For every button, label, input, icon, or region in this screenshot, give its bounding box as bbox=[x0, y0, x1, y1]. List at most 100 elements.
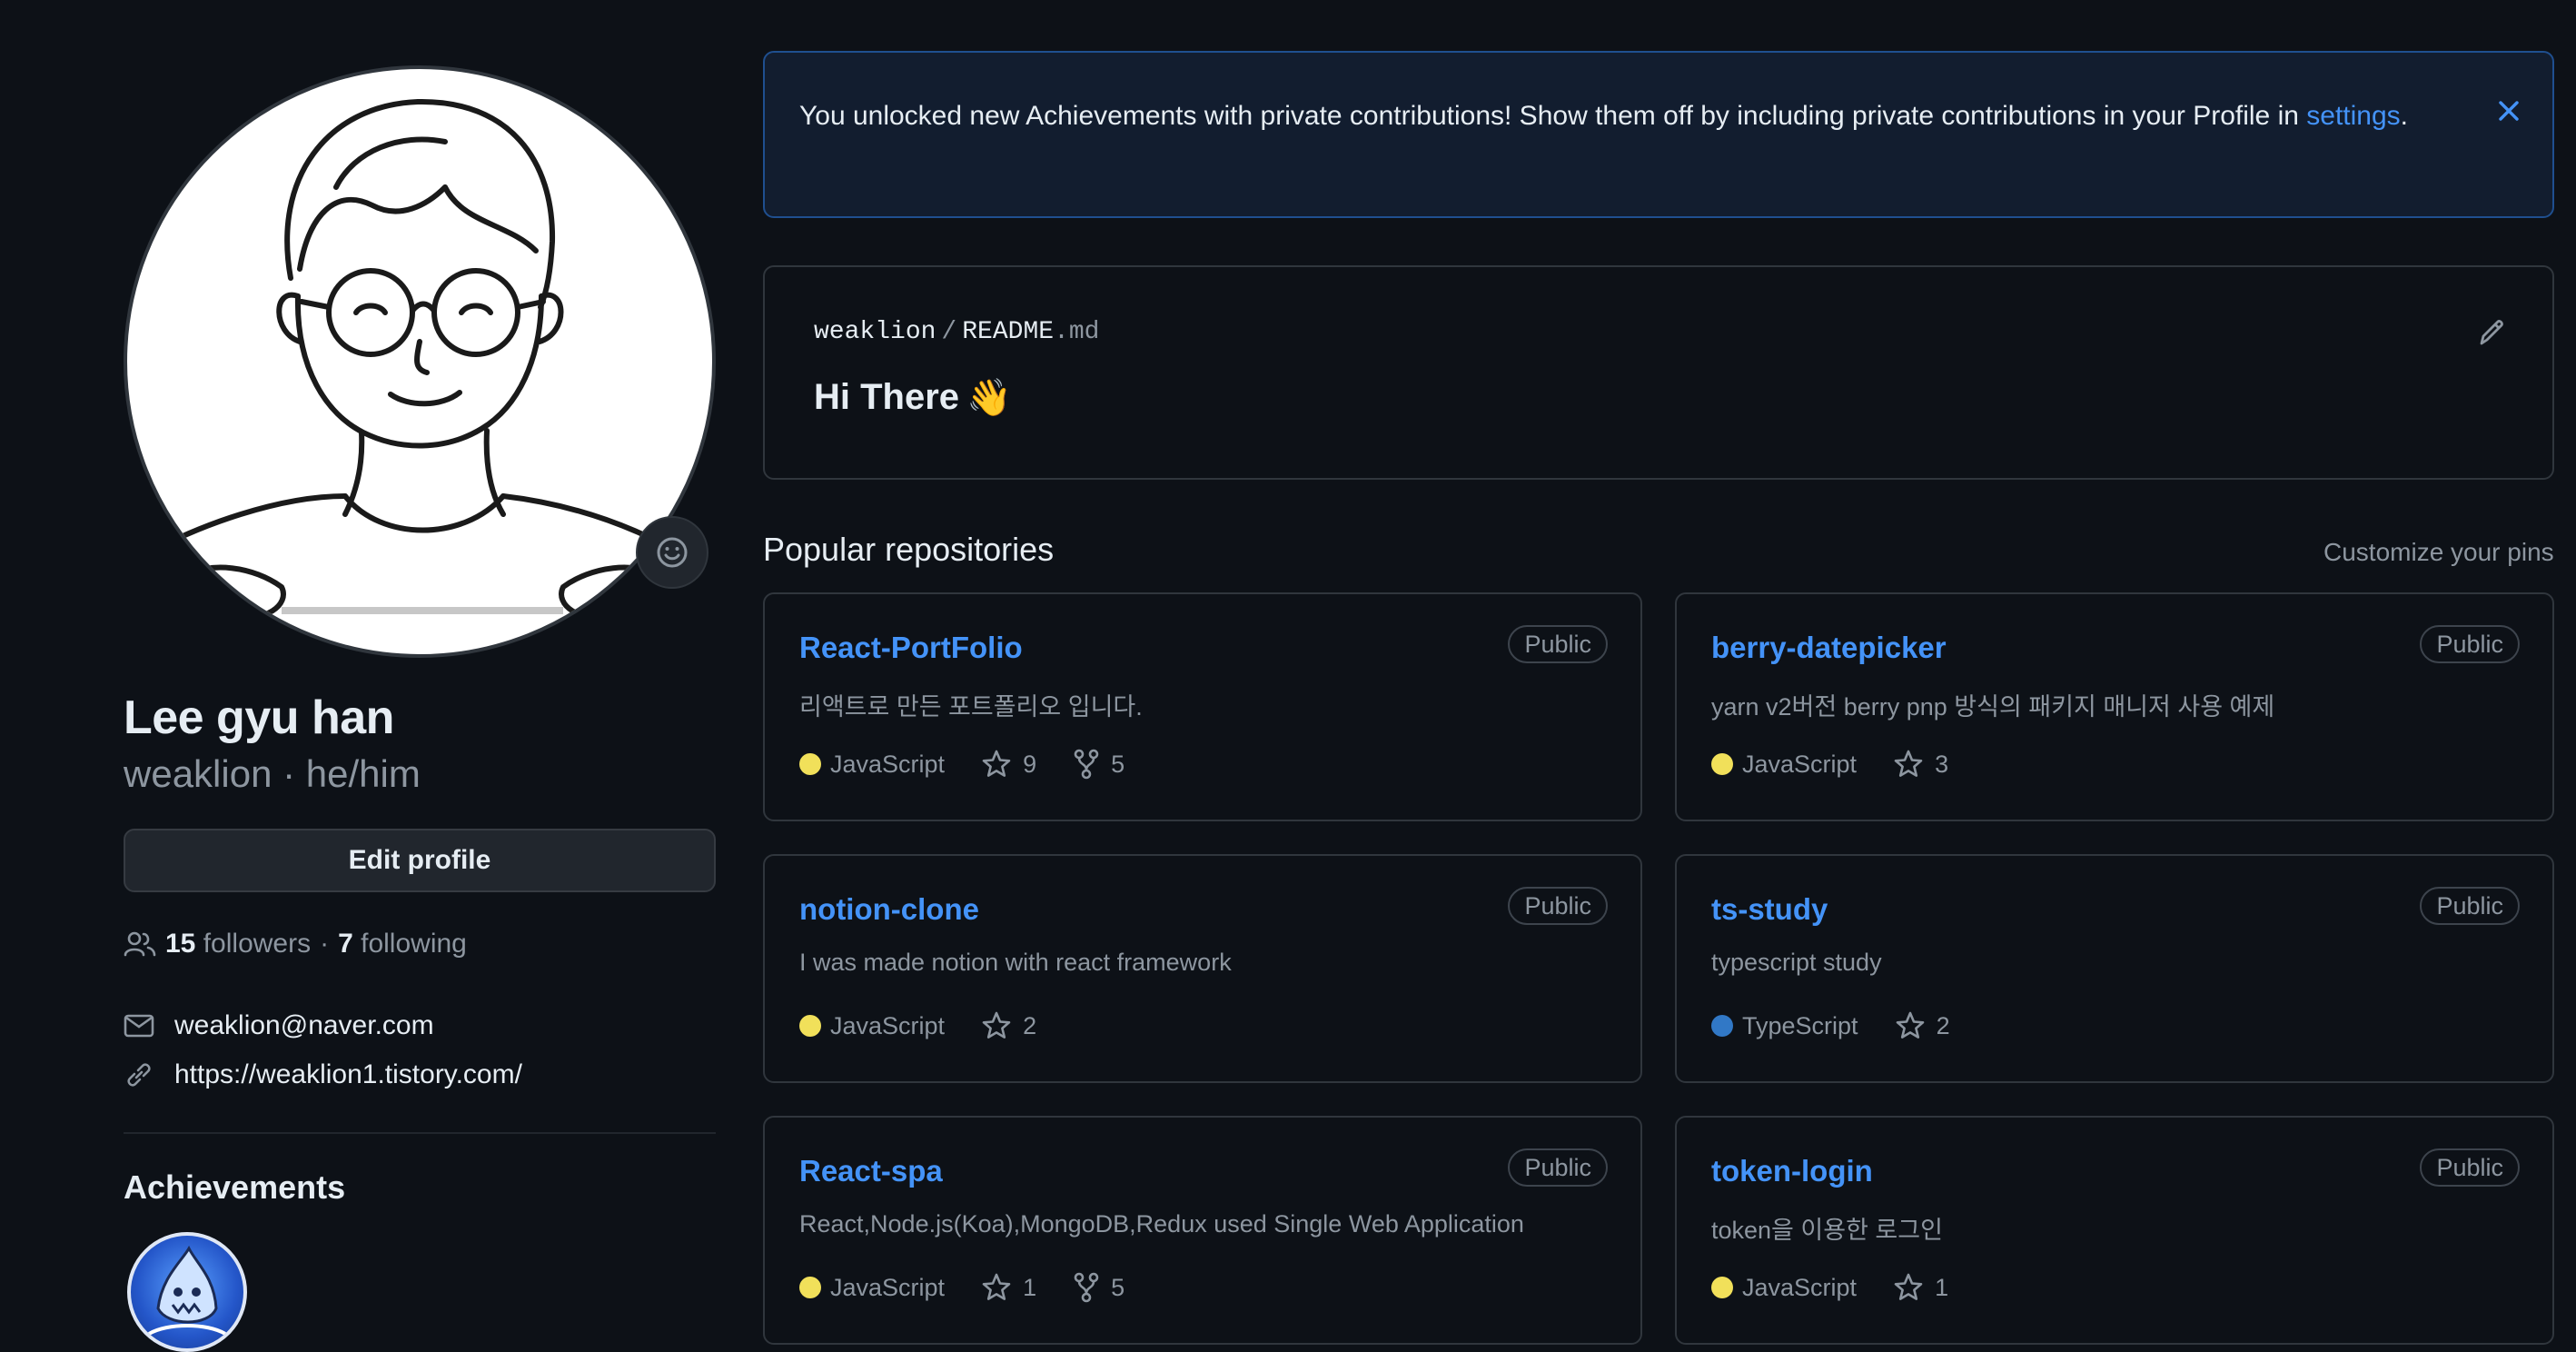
language-color-dot bbox=[799, 753, 821, 775]
wave-emoji: 👋 bbox=[966, 378, 1012, 418]
stars-link[interactable]: 3 bbox=[1893, 749, 1948, 780]
repo-meta: JavaScript 1 bbox=[1711, 1272, 1948, 1303]
repo-meta: JavaScript 9 5 bbox=[799, 749, 1125, 780]
fork-icon bbox=[1074, 1272, 1099, 1303]
language-color-dot bbox=[1711, 1015, 1733, 1037]
repo-description: token을 이용한 로그인 bbox=[1711, 1217, 1943, 1244]
language-label: TypeScript bbox=[1742, 1011, 1858, 1039]
readme-heading-text: Hi There bbox=[814, 377, 960, 417]
stars-link[interactable]: 1 bbox=[1893, 1272, 1948, 1303]
visibility-badge: Public bbox=[1508, 887, 1608, 925]
stars-count: 1 bbox=[1023, 1273, 1037, 1301]
smiley-icon bbox=[657, 537, 688, 568]
achievement-badge[interactable] bbox=[127, 1232, 247, 1352]
repo-language: TypeScript bbox=[1711, 1012, 1858, 1040]
banner-end: . bbox=[2400, 101, 2408, 131]
repo-card: token-login Public token을 이용한 로그인 JavaScrip… bbox=[1675, 1116, 2554, 1345]
language-label: JavaScript bbox=[1742, 1273, 1858, 1301]
repo-name-link[interactable]: notion-clone bbox=[799, 892, 979, 927]
repo-description: typescript study bbox=[1711, 949, 1882, 976]
following-count: 7 bbox=[338, 929, 353, 959]
repo-meta: JavaScript 1 5 bbox=[799, 1272, 1125, 1303]
stars-count: 3 bbox=[1935, 750, 1949, 778]
star-icon bbox=[1894, 750, 1923, 777]
repo-language: JavaScript bbox=[1711, 751, 1857, 779]
stars-link[interactable]: 9 bbox=[981, 749, 1036, 780]
dismiss-banner-button[interactable] bbox=[2491, 93, 2527, 129]
stars-link[interactable]: 1 bbox=[981, 1272, 1036, 1303]
repo-name-link[interactable]: React-spa bbox=[799, 1154, 943, 1188]
repo-name-link[interactable]: token-login bbox=[1711, 1154, 1873, 1188]
repo-language: JavaScript bbox=[1711, 1274, 1857, 1302]
customize-pins-link[interactable]: Customize your pins bbox=[2323, 538, 2554, 567]
repo-card: ts-study Public typescript study TypeScript… bbox=[1675, 854, 2554, 1083]
avatar[interactable] bbox=[124, 65, 716, 658]
avatar-illustration bbox=[134, 98, 712, 620]
website-link[interactable]: https://weaklion1.tistory.com/ bbox=[174, 1059, 522, 1090]
star-icon bbox=[1894, 1273, 1923, 1300]
repo-meta: TypeScript 2 bbox=[1711, 1010, 1950, 1041]
forks-count: 5 bbox=[1111, 1273, 1125, 1301]
banner-text: You unlocked new Achievements with priva… bbox=[799, 101, 2307, 131]
star-icon bbox=[982, 1011, 1011, 1039]
language-label: JavaScript bbox=[830, 750, 946, 778]
followers-count: 15 bbox=[165, 929, 196, 959]
forks-link[interactable]: 5 bbox=[1073, 1272, 1125, 1303]
sidebar-divider bbox=[124, 1132, 716, 1134]
visibility-badge: Public bbox=[2420, 887, 2520, 925]
readme-file[interactable]: README bbox=[962, 318, 1054, 346]
pencil-icon bbox=[2480, 320, 2503, 345]
profile-fullname: Lee gyu han bbox=[124, 691, 394, 744]
stars-count: 1 bbox=[1935, 1273, 1949, 1301]
repo-meta: JavaScript 3 bbox=[1711, 749, 1948, 780]
stars-link[interactable]: 2 bbox=[981, 1010, 1036, 1041]
stars-link[interactable]: 2 bbox=[1895, 1010, 1950, 1041]
forks-count: 5 bbox=[1111, 750, 1125, 778]
repo-description: React,Node.js(Koa),MongoDB,Redux used Si… bbox=[799, 1210, 1524, 1238]
fork-icon bbox=[1074, 749, 1099, 780]
visibility-badge: Public bbox=[1508, 1148, 1608, 1187]
language-color-dot bbox=[1711, 1277, 1733, 1298]
stars-count: 2 bbox=[1023, 1011, 1037, 1039]
language-color-dot bbox=[1711, 753, 1733, 775]
repo-name-link[interactable]: ts-study bbox=[1711, 892, 1828, 927]
mail-icon bbox=[124, 1014, 154, 1038]
repo-name-link[interactable]: berry-datepicker bbox=[1711, 631, 1947, 665]
following-label: following bbox=[361, 929, 467, 959]
set-status-button[interactable] bbox=[636, 516, 708, 589]
banner-settings-link[interactable]: settings bbox=[2306, 101, 2400, 131]
followers-link[interactable]: 15 followers bbox=[165, 929, 311, 959]
language-label: JavaScript bbox=[830, 1011, 946, 1039]
stars-count: 2 bbox=[1936, 1011, 1950, 1039]
visibility-badge: Public bbox=[2420, 1148, 2520, 1187]
language-label: JavaScript bbox=[1742, 750, 1858, 778]
shark-icon bbox=[147, 1245, 227, 1336]
people-icon bbox=[124, 931, 156, 957]
achievements-banner: You unlocked new Achievements with priva… bbox=[763, 51, 2554, 218]
repo-card: notion-clone Public I was made notion with… bbox=[763, 854, 1642, 1083]
star-icon bbox=[1896, 1011, 1924, 1039]
link-icon bbox=[127, 1063, 151, 1087]
profile-username: weaklion · he/him bbox=[124, 752, 421, 795]
stars-count: 9 bbox=[1023, 750, 1037, 778]
forks-link[interactable]: 5 bbox=[1073, 749, 1125, 780]
readme-owner[interactable]: weaklion bbox=[814, 318, 936, 346]
repo-description: yarn v2버전 berry pnp 방식의 패키지 매니저 사용 예제 bbox=[1711, 693, 2275, 721]
close-icon bbox=[2499, 101, 2519, 121]
repo-card: berry-datepicker Public yarn v2버전 berry pn… bbox=[1675, 592, 2554, 821]
repo-name-link[interactable]: React-PortFolio bbox=[799, 631, 1023, 665]
repo-description: 리액트로 만든 포트폴리오 입니다. bbox=[799, 693, 1143, 721]
readme-ext: .md bbox=[1054, 318, 1100, 346]
followers-label: followers bbox=[203, 929, 312, 959]
email-row: weaklion@naver.com bbox=[124, 1010, 434, 1041]
following-link[interactable]: 7 following bbox=[338, 929, 467, 959]
edit-profile-button[interactable]: Edit profile bbox=[124, 829, 716, 892]
email-link[interactable]: weaklion@naver.com bbox=[174, 1010, 434, 1041]
website-row: https://weaklion1.tistory.com/ bbox=[124, 1059, 522, 1090]
visibility-badge: Public bbox=[2420, 625, 2520, 663]
repo-card: React-spa Public React,Node.js(Koa),MongoD… bbox=[763, 1116, 1642, 1345]
readme-path: weaklion / README.md bbox=[814, 318, 1099, 346]
banner-message: You unlocked new Achievements with priva… bbox=[799, 94, 2425, 138]
edit-readme-button[interactable] bbox=[2474, 314, 2511, 351]
language-color-dot bbox=[799, 1277, 821, 1298]
